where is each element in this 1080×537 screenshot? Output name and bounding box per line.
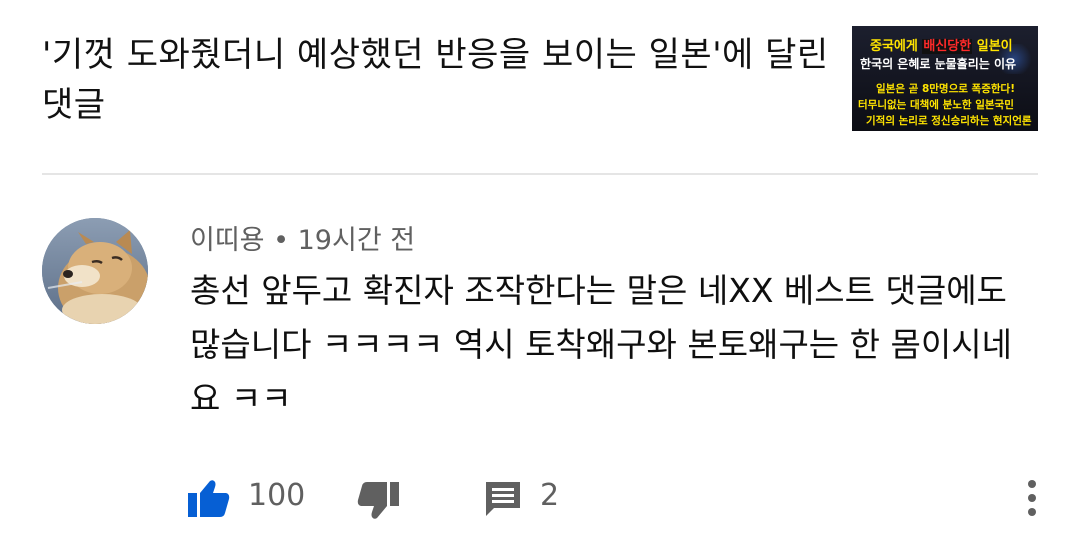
comment-meta: 이띠용 • 19시간 전 (190, 218, 415, 257)
comment-body: 총선 앞두고 확진자 조작한다는 말은 네XX 베스트 댓글에도 많습니다 ㅋㅋ… (190, 271, 1012, 418)
dislike-button[interactable] (357, 482, 401, 526)
thumbnail-caption-line1: 중국에게 배신당한 일본이 (870, 39, 1013, 54)
like-button[interactable] (188, 476, 232, 520)
thumbnail-caption-line3: 일본은 곧 8만명으로 폭증한다! (876, 83, 1015, 95)
thumbnail-caption-line4: 터무니없는 대책에 분노한 일본국민 (858, 99, 1014, 111)
comment-author[interactable]: 이띠용 (190, 225, 265, 256)
thumbnail-caption-line5: 기적의 논리로 정신승리하는 현지언론 (866, 115, 1032, 127)
video-title[interactable]: '기껏 도와줬더니 예상했던 반응을 보이는 일본'에 달린 댓글 (42, 30, 832, 130)
more-options-button[interactable] (1018, 474, 1046, 522)
reply-count: 2 (540, 478, 560, 513)
avatar[interactable] (42, 218, 148, 324)
thumbs-up-icon (188, 480, 230, 517)
header-divider (42, 173, 1038, 175)
like-count: 100 (248, 478, 306, 513)
more-vert-icon (1028, 480, 1036, 516)
comment-icon (486, 482, 520, 516)
shiba-avatar-image (42, 218, 148, 324)
comment-actions: 100 2 (0, 470, 1080, 522)
thumbnail-caption-line2: 한국의 은혜로 눈물흘리는 이유 (860, 57, 1017, 71)
comment-timestamp[interactable]: 19시간 전 (298, 225, 415, 256)
thumbs-down-icon (357, 482, 399, 519)
reply-button[interactable] (484, 480, 524, 520)
video-header: '기껏 도와줬더니 예상했던 반응을 보이는 일본'에 달린 댓글 중국에게 배… (0, 0, 1080, 174)
video-thumbnail[interactable]: 중국에게 배신당한 일본이 한국의 은혜로 눈물흘리는 이유 일본은 곧 8만명… (852, 26, 1038, 131)
meta-separator: • (264, 225, 298, 256)
